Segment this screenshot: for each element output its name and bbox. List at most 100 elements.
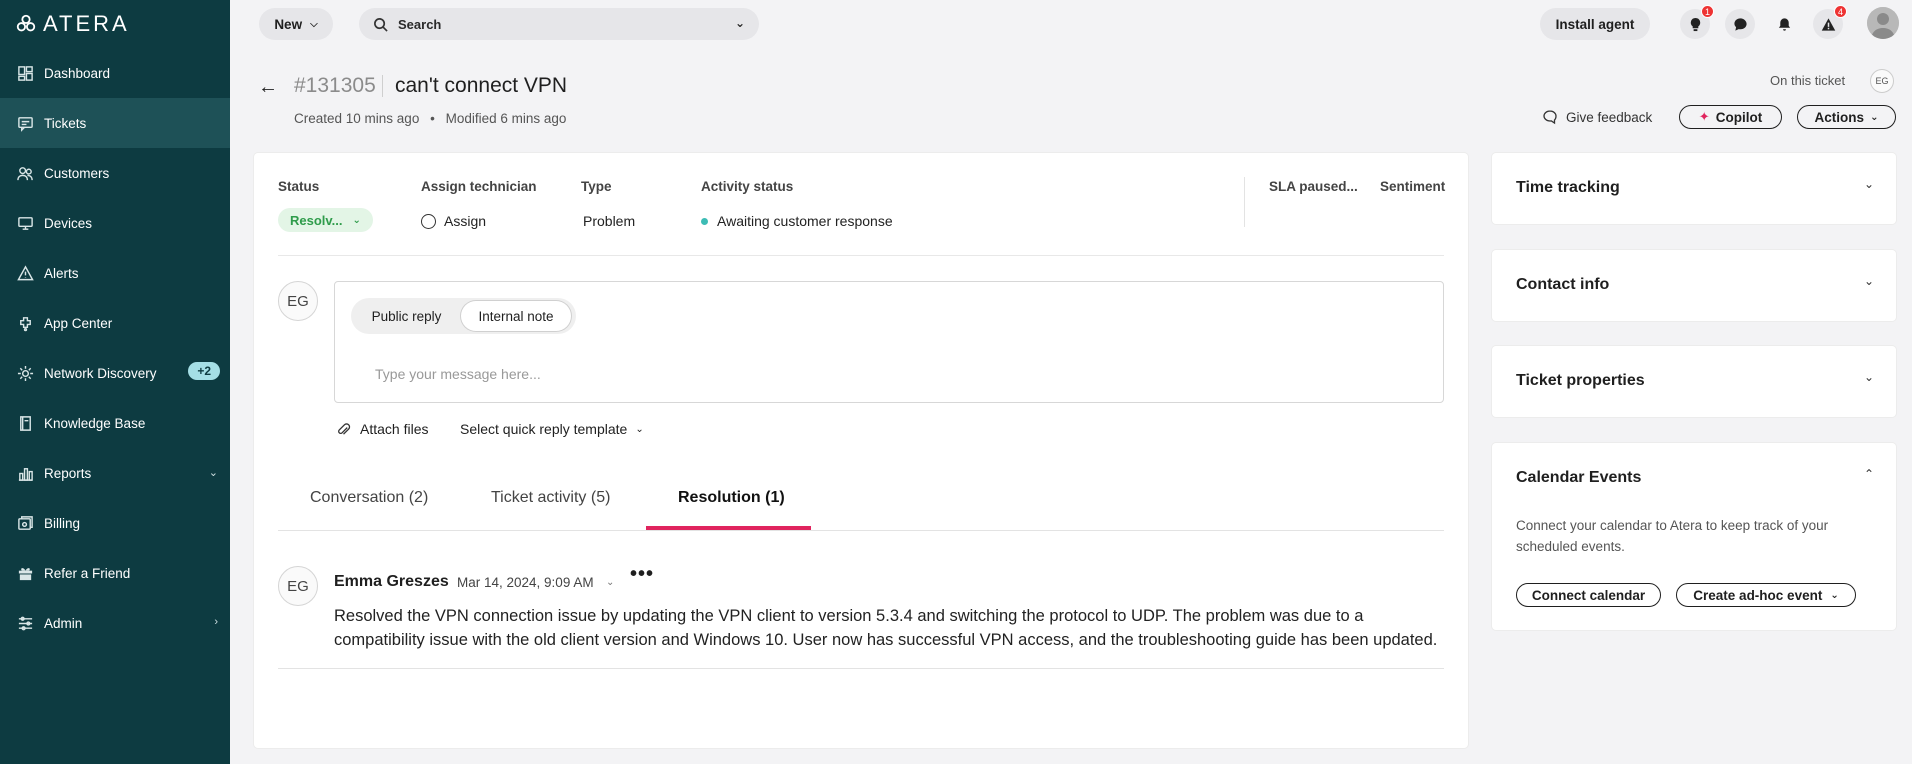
- notifications-button[interactable]: [1769, 9, 1799, 39]
- public-reply-tab[interactable]: Public reply: [355, 301, 458, 331]
- sidebar-item-dashboard[interactable]: Dashboard: [0, 48, 230, 98]
- sidebar-item-label: Tickets: [44, 115, 87, 131]
- brand-name: ATERA: [43, 11, 130, 36]
- ticket-properties-panel[interactable]: Ticket properties ⌄: [1492, 346, 1896, 417]
- give-feedback-label: Give feedback: [1566, 109, 1653, 125]
- chevron-down-icon[interactable]: ⌄: [1864, 274, 1874, 288]
- app-center-icon: [16, 314, 34, 332]
- assign-value: Assign: [444, 213, 487, 229]
- sidebar-item-label: Dashboard: [44, 65, 111, 81]
- connect-calendar-button[interactable]: Connect calendar: [1516, 583, 1661, 607]
- status-dropdown[interactable]: Resolv... ⌄: [278, 208, 373, 232]
- tickets-icon: [16, 114, 34, 132]
- contact-info-panel[interactable]: Contact info ⌄: [1492, 250, 1896, 321]
- atera-logo[interactable]: ATERA: [0, 0, 230, 48]
- topbar: New ⌵ Search ⌄ Install agent 1 4: [230, 0, 1912, 48]
- admin-icon: [16, 614, 34, 632]
- title-divider: [382, 75, 383, 97]
- sidebar-item-label: Reports: [44, 465, 92, 481]
- sidebar-item-tickets[interactable]: Tickets: [0, 98, 230, 148]
- alerts-button[interactable]: 4: [1813, 5, 1847, 39]
- atera-logo-icon: [16, 14, 36, 32]
- lightbulb-icon: [1690, 17, 1700, 31]
- assign-technician-label: Assign technician: [421, 179, 537, 194]
- sidebar-item-devices[interactable]: Devices: [0, 198, 230, 248]
- activity-status-text: Awaiting customer response: [717, 213, 893, 229]
- status-label: Status: [278, 179, 320, 194]
- chevron-down-icon[interactable]: ⌄: [1864, 370, 1874, 384]
- internal-note-tab[interactable]: Internal note: [461, 301, 571, 331]
- chevron-up-icon[interactable]: ⌃: [1864, 467, 1874, 481]
- feedback-icon: [1543, 110, 1557, 125]
- sentiment-label[interactable]: Sentiment: [1380, 179, 1445, 194]
- sidebar-item-label: Alerts: [44, 265, 79, 281]
- time-tracking-panel[interactable]: Time tracking ⌄: [1492, 153, 1896, 224]
- chevron-down-icon[interactable]: ⌄: [606, 577, 614, 588]
- warning-icon: [1821, 17, 1835, 31]
- sidebar-item-label: Knowledge Base: [44, 415, 146, 431]
- actions-label: Actions: [1814, 109, 1865, 125]
- ticket-properties-title: Ticket properties: [1516, 372, 1645, 389]
- ticket-id: #131305: [294, 74, 376, 97]
- new-button[interactable]: New ⌵: [259, 8, 333, 40]
- quick-reply-dropdown[interactable]: Select quick reply template ⌄: [460, 421, 644, 437]
- composer-avatar: EG: [278, 281, 318, 321]
- chevron-down-icon[interactable]: ⌄: [735, 16, 745, 30]
- page-title: can't connect VPN: [395, 74, 568, 97]
- calendar-events-panel: Calendar Events ⌃ Connect your calendar …: [1492, 443, 1896, 630]
- sidebar-item-label: Network Discovery: [44, 365, 157, 381]
- user-avatar[interactable]: [1867, 7, 1899, 39]
- gift-icon: [16, 564, 34, 582]
- attach-files-button[interactable]: Attach files: [336, 421, 428, 437]
- copilot-button[interactable]: ✦ Copilot: [1679, 105, 1782, 129]
- reply-composer[interactable]: Public reply Internal note Type your mes…: [334, 281, 1444, 403]
- sidebar-item-knowledge-base[interactable]: Knowledge Base: [0, 398, 230, 448]
- resolution-timestamp: Mar 14, 2024, 9:09 AM: [457, 575, 594, 590]
- sidebar-item-label: Billing: [44, 515, 81, 531]
- user-circle-icon: [421, 214, 436, 229]
- sidebar-item-customers[interactable]: Customers: [0, 148, 230, 198]
- assign-technician-button[interactable]: Assign: [421, 213, 486, 229]
- chevron-right-icon[interactable]: ›: [214, 616, 218, 628]
- sidebar-item-network-discovery[interactable]: Network Discovery +2: [0, 348, 230, 398]
- chevron-down-icon[interactable]: ⌄: [1864, 177, 1874, 191]
- sparkle-icon: ✦: [1698, 109, 1710, 124]
- paperclip-icon: [338, 422, 351, 435]
- sidebar-item-alerts[interactable]: Alerts: [0, 248, 230, 298]
- tips-badge: 1: [1701, 5, 1714, 18]
- install-agent-button[interactable]: Install agent: [1540, 8, 1650, 40]
- alerts-icon: [16, 264, 34, 282]
- alerts-badge: 4: [1834, 5, 1847, 18]
- search-icon: [374, 17, 388, 32]
- search-bar[interactable]: Search ⌄: [359, 8, 759, 40]
- message-input[interactable]: Type your message here...: [375, 366, 541, 382]
- chevron-down-icon[interactable]: ⌄: [209, 466, 218, 479]
- tips-button[interactable]: 1: [1680, 5, 1714, 39]
- new-button-label: New: [274, 16, 303, 32]
- chat-button[interactable]: [1725, 9, 1755, 39]
- knowledge-base-icon: [16, 414, 34, 432]
- copilot-label: Copilot: [1715, 109, 1763, 125]
- sla-label[interactable]: SLA paused...: [1269, 179, 1358, 194]
- give-feedback-button[interactable]: Give feedback: [1542, 109, 1652, 125]
- type-label: Type: [581, 179, 612, 194]
- create-adhoc-event-button[interactable]: Create ad-hoc event ⌄: [1676, 583, 1856, 607]
- search-label: Search: [398, 16, 442, 32]
- sidebar-item-billing[interactable]: Billing: [0, 498, 230, 548]
- activity-status-value[interactable]: Awaiting customer response: [701, 213, 893, 229]
- type-value[interactable]: Problem: [583, 213, 635, 229]
- sidebar-item-reports[interactable]: Reports ⌄: [0, 448, 230, 498]
- viewer-avatar[interactable]: EG: [1870, 69, 1894, 93]
- sidebar-item-label: Refer a Friend: [44, 565, 131, 581]
- more-options-icon[interactable]: •••: [630, 563, 654, 586]
- back-arrow-icon[interactable]: ←: [258, 76, 278, 99]
- tab-conversation[interactable]: Conversation (2): [310, 489, 428, 507]
- sidebar-item-admin[interactable]: Admin ›: [0, 598, 230, 648]
- meta-separator: •: [430, 111, 435, 126]
- divider: [278, 668, 1444, 669]
- sidebar-item-app-center[interactable]: App Center: [0, 298, 230, 348]
- sidebar-item-refer-a-friend[interactable]: Refer a Friend: [0, 548, 230, 598]
- tab-resolution[interactable]: Resolution (1): [678, 489, 785, 507]
- actions-button[interactable]: Actions ⌄: [1797, 105, 1896, 129]
- tab-ticket-activity[interactable]: Ticket activity (5): [491, 489, 610, 507]
